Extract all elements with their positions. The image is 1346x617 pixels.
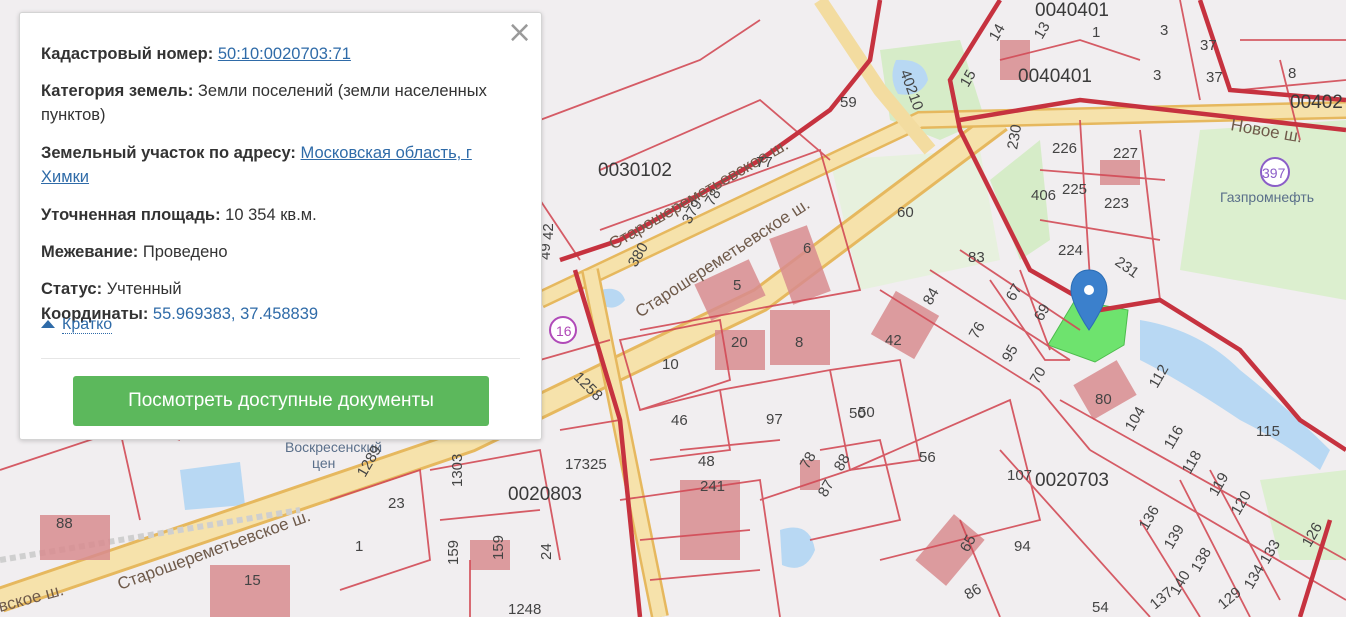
parcel-number-label: 226 xyxy=(1052,140,1077,157)
area-row: Уточненная площадь: 10 354 кв.м. xyxy=(41,203,515,227)
coordinates-value[interactable]: 55.969383, 37.458839 xyxy=(153,305,318,323)
area-label: Уточненная площадь: xyxy=(41,206,221,224)
parcel-number-label: 159 xyxy=(445,540,462,565)
parcel-number-label: 10 xyxy=(662,356,679,373)
poi-shield-icon: 16 xyxy=(549,316,577,344)
parcel-number-label: 223 xyxy=(1104,195,1129,212)
parcel-number-label: 3 xyxy=(1153,67,1161,84)
parcel-number-label: 1 xyxy=(1092,24,1100,41)
parcel-number-label: 224 xyxy=(1058,242,1083,259)
address-row: Земельный участок по адресу: Московская … xyxy=(41,141,515,189)
divider xyxy=(41,358,520,359)
parcel-number-label: 8 xyxy=(1288,65,1296,82)
address-label: Земельный участок по адресу: xyxy=(41,144,296,162)
parcel-number-label: 94 xyxy=(1014,538,1031,555)
map-quarter-label: 0020703 xyxy=(1035,470,1109,491)
parcel-info-popup: × Кадастровый номер: 50:10:0020703:71 Ка… xyxy=(19,12,542,440)
parcel-number-label: 1 xyxy=(355,538,363,555)
survey-row: Межевание: Проведено xyxy=(41,240,515,264)
parcel-number-label: 5 xyxy=(733,277,741,294)
collapse-details-label: Кратко xyxy=(62,316,113,334)
status-label: Статус: xyxy=(41,280,103,298)
parcel-number-label: 37 xyxy=(1200,37,1217,54)
parcel-number-label: 107 xyxy=(1007,467,1032,484)
parcel-number-label: 83 xyxy=(968,249,985,266)
view-documents-button[interactable]: Посмотреть доступные документы xyxy=(73,376,489,426)
parcel-number-label: 97 xyxy=(766,411,783,428)
status-row: Статус: Учтенный xyxy=(41,277,515,301)
parcel-number-label: 77 xyxy=(756,154,773,171)
map-quarter-label: 0040401 xyxy=(1035,0,1109,21)
parcel-number-label: 37 xyxy=(1206,69,1223,86)
survey-value: Проведено xyxy=(142,243,228,261)
parcel-number-label: 24 xyxy=(538,543,555,560)
parcel-number-label: 50 xyxy=(849,405,866,422)
parcel-number-label: 42 xyxy=(540,223,557,240)
parcel-number-label: 241 xyxy=(700,478,725,495)
parcel-number-label: 56 xyxy=(919,449,936,466)
collapse-details-toggle[interactable]: Кратко xyxy=(41,316,113,334)
area-value: 10 354 кв.м. xyxy=(225,206,317,224)
land-category-label: Категория земель: xyxy=(41,82,194,100)
parcel-number-label: 159 xyxy=(490,535,507,560)
map-quarter-label: 0030102 xyxy=(598,160,672,181)
parcel-number-label: 115 xyxy=(1256,423,1280,440)
parcel-number-label: 54 xyxy=(1092,599,1109,616)
land-category-row: Категория земель: Земли поселений (земли… xyxy=(41,79,515,127)
parcel-number-label: 60 xyxy=(897,204,914,221)
parcel-number-label: 8 xyxy=(795,334,803,351)
parcel-number-label: 80 xyxy=(1095,391,1112,408)
parcel-number-label: 15 xyxy=(244,572,261,589)
svg-text:397: 397 xyxy=(1262,165,1286,181)
cadastral-number-label: Кадастровый номер: xyxy=(41,45,214,63)
parcel-number-label: 227 xyxy=(1113,145,1138,162)
parcel-number-label: 46 xyxy=(671,412,688,429)
parcel-number-label: 17325 xyxy=(565,456,607,473)
map-poi-label: Газпромнефть xyxy=(1220,189,1314,205)
map-quarter-label: 0020803 xyxy=(508,484,582,505)
parcel-number-label: 406 xyxy=(1031,187,1056,204)
map-quarter-label: 0040401 xyxy=(1018,66,1092,87)
parcel-number-label: 23 xyxy=(388,495,405,512)
map-quarter-label: 00402 xyxy=(1290,92,1343,113)
parcel-number-label: 225 xyxy=(1062,181,1087,198)
fuel-station-icon: 397 xyxy=(1260,157,1290,187)
parcel-number-label: 20 xyxy=(731,334,748,351)
parcel-number-label: 3 xyxy=(1160,22,1168,39)
survey-label: Межевание: xyxy=(41,243,139,261)
status-value: Учтенный xyxy=(106,280,182,298)
cadastral-number-link[interactable]: 50:10:0020703:71 xyxy=(218,45,351,63)
svg-text:16: 16 xyxy=(556,323,572,339)
parcel-number-label: 1303 xyxy=(449,454,466,487)
parcel-number-label: 88 xyxy=(56,515,73,532)
parcel-number-label: 48 xyxy=(698,453,715,470)
parcel-number-label: 1248 xyxy=(508,601,541,617)
cadastral-number-row: Кадастровый номер: 50:10:0020703:71 xyxy=(41,42,515,66)
map-poi-label: цен xyxy=(312,455,335,471)
parcel-number-label: 42 xyxy=(885,332,902,349)
caret-up-icon xyxy=(41,320,55,328)
parcel-number-label: 6 xyxy=(803,240,811,257)
parcel-number-label: 59 xyxy=(840,94,857,111)
